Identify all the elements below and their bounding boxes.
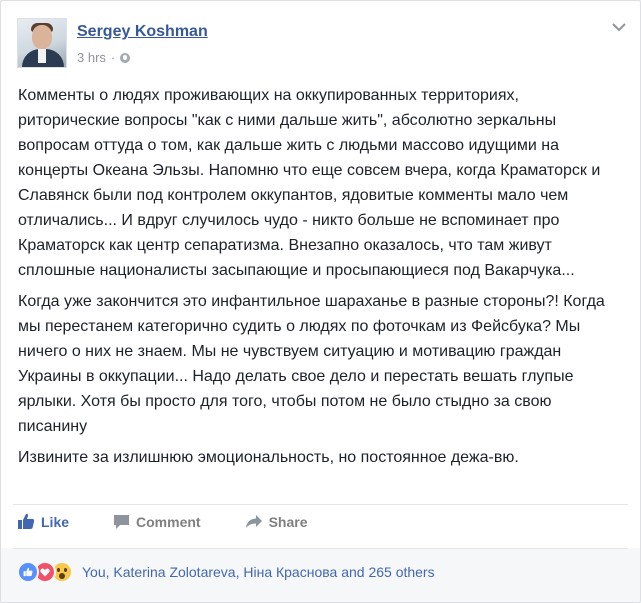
post-body: Комменты о людях проживающих на оккупиро… [18, 83, 624, 476]
author-name[interactable]: Sergey Koshman [77, 23, 208, 41]
divider [13, 548, 628, 549]
post-actions: Like Comment Share [17, 513, 352, 530]
reactions-summary[interactable]: You, Katerina Zolotareva, Ніна Краснова … [17, 561, 435, 583]
like-label: Like [41, 513, 70, 530]
meta-separator: · [110, 50, 116, 65]
timestamp[interactable]: 3 hrs [77, 50, 106, 65]
post-paragraph: Извините за излишнюю эмоциональность, но… [18, 449, 519, 466]
post-header: Sergey Koshman 3 hrs · [15, 13, 627, 69]
chevron-down-icon[interactable] [611, 21, 627, 33]
share-button[interactable]: Share [245, 514, 308, 530]
thumbs-up-icon [18, 513, 35, 529]
comment-icon [114, 514, 130, 529]
facebook-post: Sergey Koshman 3 hrs · Комменты о людях … [0, 0, 641, 603]
globe-icon[interactable] [120, 52, 131, 63]
like-reaction-icon[interactable] [17, 561, 39, 583]
post-paragraph: Комменты о людях проживающих на оккупиро… [18, 87, 601, 279]
reactions-bar: You, Katerina Zolotareva, Ніна Краснова … [1, 548, 640, 602]
reaction-names-link[interactable]: You, Katerina Zolotareva, Ніна Краснова … [82, 564, 435, 580]
post-paragraph: Когда уже закончится это инфантильное ша… [18, 293, 605, 435]
post-meta: 3 hrs · [77, 50, 131, 65]
divider [13, 504, 628, 505]
comment-label: Comment [136, 513, 201, 530]
comment-button[interactable]: Comment [113, 514, 201, 530]
share-label: Share [268, 513, 308, 530]
avatar[interactable] [17, 18, 67, 68]
like-button[interactable]: Like [17, 513, 69, 530]
share-icon [245, 515, 262, 528]
